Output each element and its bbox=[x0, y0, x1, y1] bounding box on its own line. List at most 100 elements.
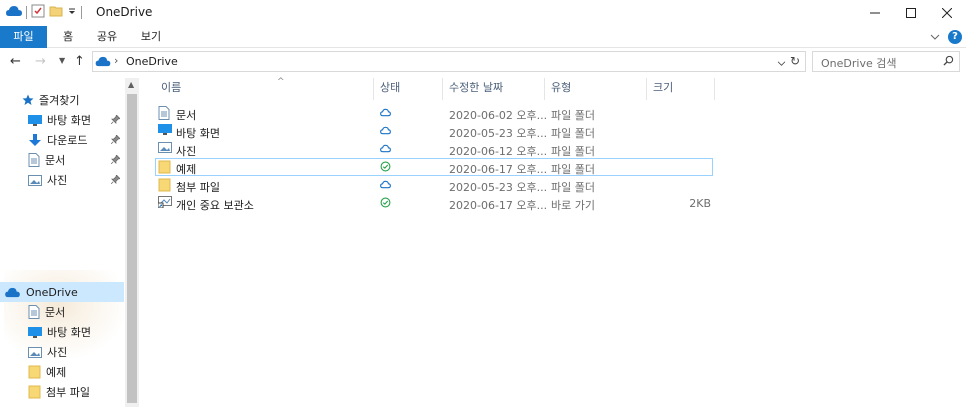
navigation-pane: 즐겨찾기 바탕 화면 다운로드 문서 사진 OneDrive 문서 바탕 화면 … bbox=[0, 78, 125, 407]
sidebar-item-onedrive-desktop[interactable]: 바탕 화면 bbox=[0, 322, 124, 342]
sidebar-item-quick-access[interactable]: 즐겨찾기 bbox=[0, 90, 124, 110]
sidebar-item-label: 바탕 화면 bbox=[47, 114, 91, 127]
quick-access-dropdown-icon[interactable] bbox=[67, 5, 77, 20]
column-header-date[interactable]: 수정한 날짜 bbox=[443, 78, 545, 100]
desktop-folder-icon bbox=[158, 124, 172, 138]
file-name: 첨부 파일 bbox=[176, 181, 220, 194]
file-type: 파일 폴더 bbox=[551, 109, 595, 122]
close-button[interactable] bbox=[924, 0, 966, 26]
column-header-label: 이름 bbox=[161, 81, 182, 94]
folder-icon bbox=[158, 178, 171, 195]
address-bar[interactable]: › OneDrive ↻ bbox=[92, 51, 806, 72]
column-header-status[interactable]: 상태 bbox=[374, 78, 443, 100]
pictures-icon bbox=[28, 346, 42, 358]
folder-icon bbox=[158, 160, 171, 177]
sidebar-item-label: 사진 bbox=[47, 346, 68, 359]
sidebar-item-label: 사진 bbox=[47, 174, 68, 187]
cloud-icon bbox=[380, 179, 391, 192]
download-icon bbox=[28, 133, 42, 147]
onedrive-icon bbox=[4, 287, 21, 298]
breadcrumb[interactable]: OneDrive bbox=[126, 55, 178, 68]
sidebar-item-onedrive-documents[interactable]: 문서 bbox=[0, 302, 124, 322]
document-folder-icon bbox=[158, 106, 170, 123]
new-folder-icon[interactable] bbox=[49, 4, 63, 21]
file-row[interactable]: 사진 2020-06-12 오후... 파일 폴더 bbox=[155, 140, 713, 158]
pictures-icon bbox=[28, 174, 42, 186]
file-row[interactable]: 첨부 파일 2020-05-23 오후... 파일 폴더 bbox=[155, 176, 713, 194]
file-type: 파일 폴더 bbox=[551, 163, 595, 176]
sidebar-item-onedrive-example[interactable]: 예제 bbox=[0, 362, 124, 382]
column-header-type[interactable]: 유형 bbox=[545, 78, 647, 100]
file-type: 파일 폴더 bbox=[551, 181, 595, 194]
file-date: 2020-05-23 오후... bbox=[449, 181, 548, 194]
separator bbox=[81, 6, 82, 19]
search-input[interactable]: OneDrive 검색 bbox=[812, 51, 960, 72]
column-header-name[interactable]: ^ 이름 bbox=[155, 77, 374, 100]
sidebar-item-downloads[interactable]: 다운로드 bbox=[0, 130, 124, 150]
column-header-size[interactable]: 크기 bbox=[647, 78, 715, 100]
file-list: ^ 이름 상태 수정한 날짜 유형 크기 문서 2020-06-02 오후... 파… bbox=[139, 77, 966, 407]
up-arrow-icon[interactable]: ↑ bbox=[74, 54, 85, 69]
cloud-icon bbox=[380, 107, 391, 120]
file-size: 2KB bbox=[689, 197, 711, 210]
tab-view[interactable]: 보기 bbox=[132, 26, 170, 48]
sidebar-item-label: 즐겨찾기 bbox=[39, 94, 80, 107]
scroll-up-icon[interactable]: ▲ bbox=[128, 80, 134, 89]
sidebar-item-onedrive[interactable]: OneDrive bbox=[0, 282, 124, 302]
search-icon[interactable] bbox=[943, 55, 954, 69]
sidebar-item-desktop[interactable]: 바탕 화면 bbox=[0, 110, 124, 130]
recent-locations-icon[interactable]: ▼ bbox=[59, 56, 65, 65]
sidebar-item-label: 바탕 화면 bbox=[47, 326, 91, 339]
sidebar-item-label: 예제 bbox=[46, 366, 67, 379]
help-icon[interactable]: ? bbox=[948, 30, 962, 44]
title-bar: OneDrive bbox=[0, 0, 966, 26]
expand-ribbon-icon[interactable] bbox=[930, 31, 940, 44]
sidebar-item-label: 다운로드 bbox=[47, 134, 88, 147]
file-type: 바로 가기 bbox=[551, 199, 595, 212]
pin-icon[interactable] bbox=[110, 134, 121, 147]
desktop-icon bbox=[28, 114, 42, 126]
tab-file[interactable]: 파일 bbox=[0, 26, 47, 48]
navigation-scrollbar[interactable]: ▲ bbox=[125, 78, 139, 407]
onedrive-icon bbox=[95, 56, 111, 70]
onedrive-icon bbox=[6, 5, 22, 20]
pictures-folder-icon bbox=[158, 142, 172, 156]
properties-icon[interactable] bbox=[31, 4, 45, 21]
file-row[interactable]: 바탕 화면 2020-05-23 오후... 파일 폴더 bbox=[155, 122, 713, 140]
separator bbox=[26, 6, 27, 19]
address-row: ← → ▼ ↑ › OneDrive ↻ OneDrive 검색 bbox=[0, 48, 966, 76]
sidebar-item-onedrive-pictures[interactable]: 사진 bbox=[0, 342, 124, 362]
scrollbar-thumb[interactable] bbox=[127, 94, 137, 403]
file-name: 사진 bbox=[176, 145, 197, 158]
breadcrumb-chevron-icon[interactable]: › bbox=[114, 54, 118, 67]
tab-home[interactable]: 홈 bbox=[52, 26, 84, 48]
sidebar-item-onedrive-attachments[interactable]: 첨부 파일 bbox=[0, 382, 124, 402]
shortcut-icon bbox=[157, 196, 172, 211]
file-name: 바탕 화면 bbox=[176, 127, 220, 140]
pin-icon[interactable] bbox=[110, 154, 121, 167]
pin-icon[interactable] bbox=[110, 174, 121, 187]
forward-arrow-icon[interactable]: → bbox=[35, 54, 46, 69]
refresh-icon[interactable]: ↻ bbox=[790, 54, 800, 68]
sidebar-item-label: 문서 bbox=[45, 154, 66, 167]
tab-share[interactable]: 공유 bbox=[88, 26, 126, 48]
file-row[interactable]: 예제 2020-06-17 오후... 파일 폴더 bbox=[155, 158, 713, 176]
file-date: 2020-06-02 오후... bbox=[449, 109, 548, 122]
file-row[interactable]: 개인 중요 보관소 2020-06-17 오후... 바로 가기 2KB bbox=[155, 194, 713, 212]
file-date: 2020-05-23 오후... bbox=[449, 127, 548, 140]
pin-icon[interactable] bbox=[110, 114, 121, 127]
sidebar-item-label: 문서 bbox=[45, 306, 66, 319]
file-type: 파일 폴더 bbox=[551, 127, 595, 140]
folder-icon bbox=[28, 365, 41, 379]
sidebar-item-label: OneDrive bbox=[26, 285, 78, 299]
document-icon bbox=[28, 305, 40, 319]
cloud-icon bbox=[380, 143, 391, 156]
search-placeholder: OneDrive 검색 bbox=[821, 57, 897, 70]
address-dropdown-icon[interactable] bbox=[777, 57, 786, 70]
sidebar-item-documents[interactable]: 문서 bbox=[0, 150, 124, 170]
sidebar-item-label: 첨부 파일 bbox=[46, 386, 90, 399]
cloud-icon bbox=[380, 125, 391, 138]
file-row[interactable]: 문서 2020-06-02 오후... 파일 폴더 bbox=[155, 104, 713, 122]
sidebar-item-pictures[interactable]: 사진 bbox=[0, 170, 124, 190]
back-arrow-icon[interactable]: ← bbox=[10, 54, 21, 69]
